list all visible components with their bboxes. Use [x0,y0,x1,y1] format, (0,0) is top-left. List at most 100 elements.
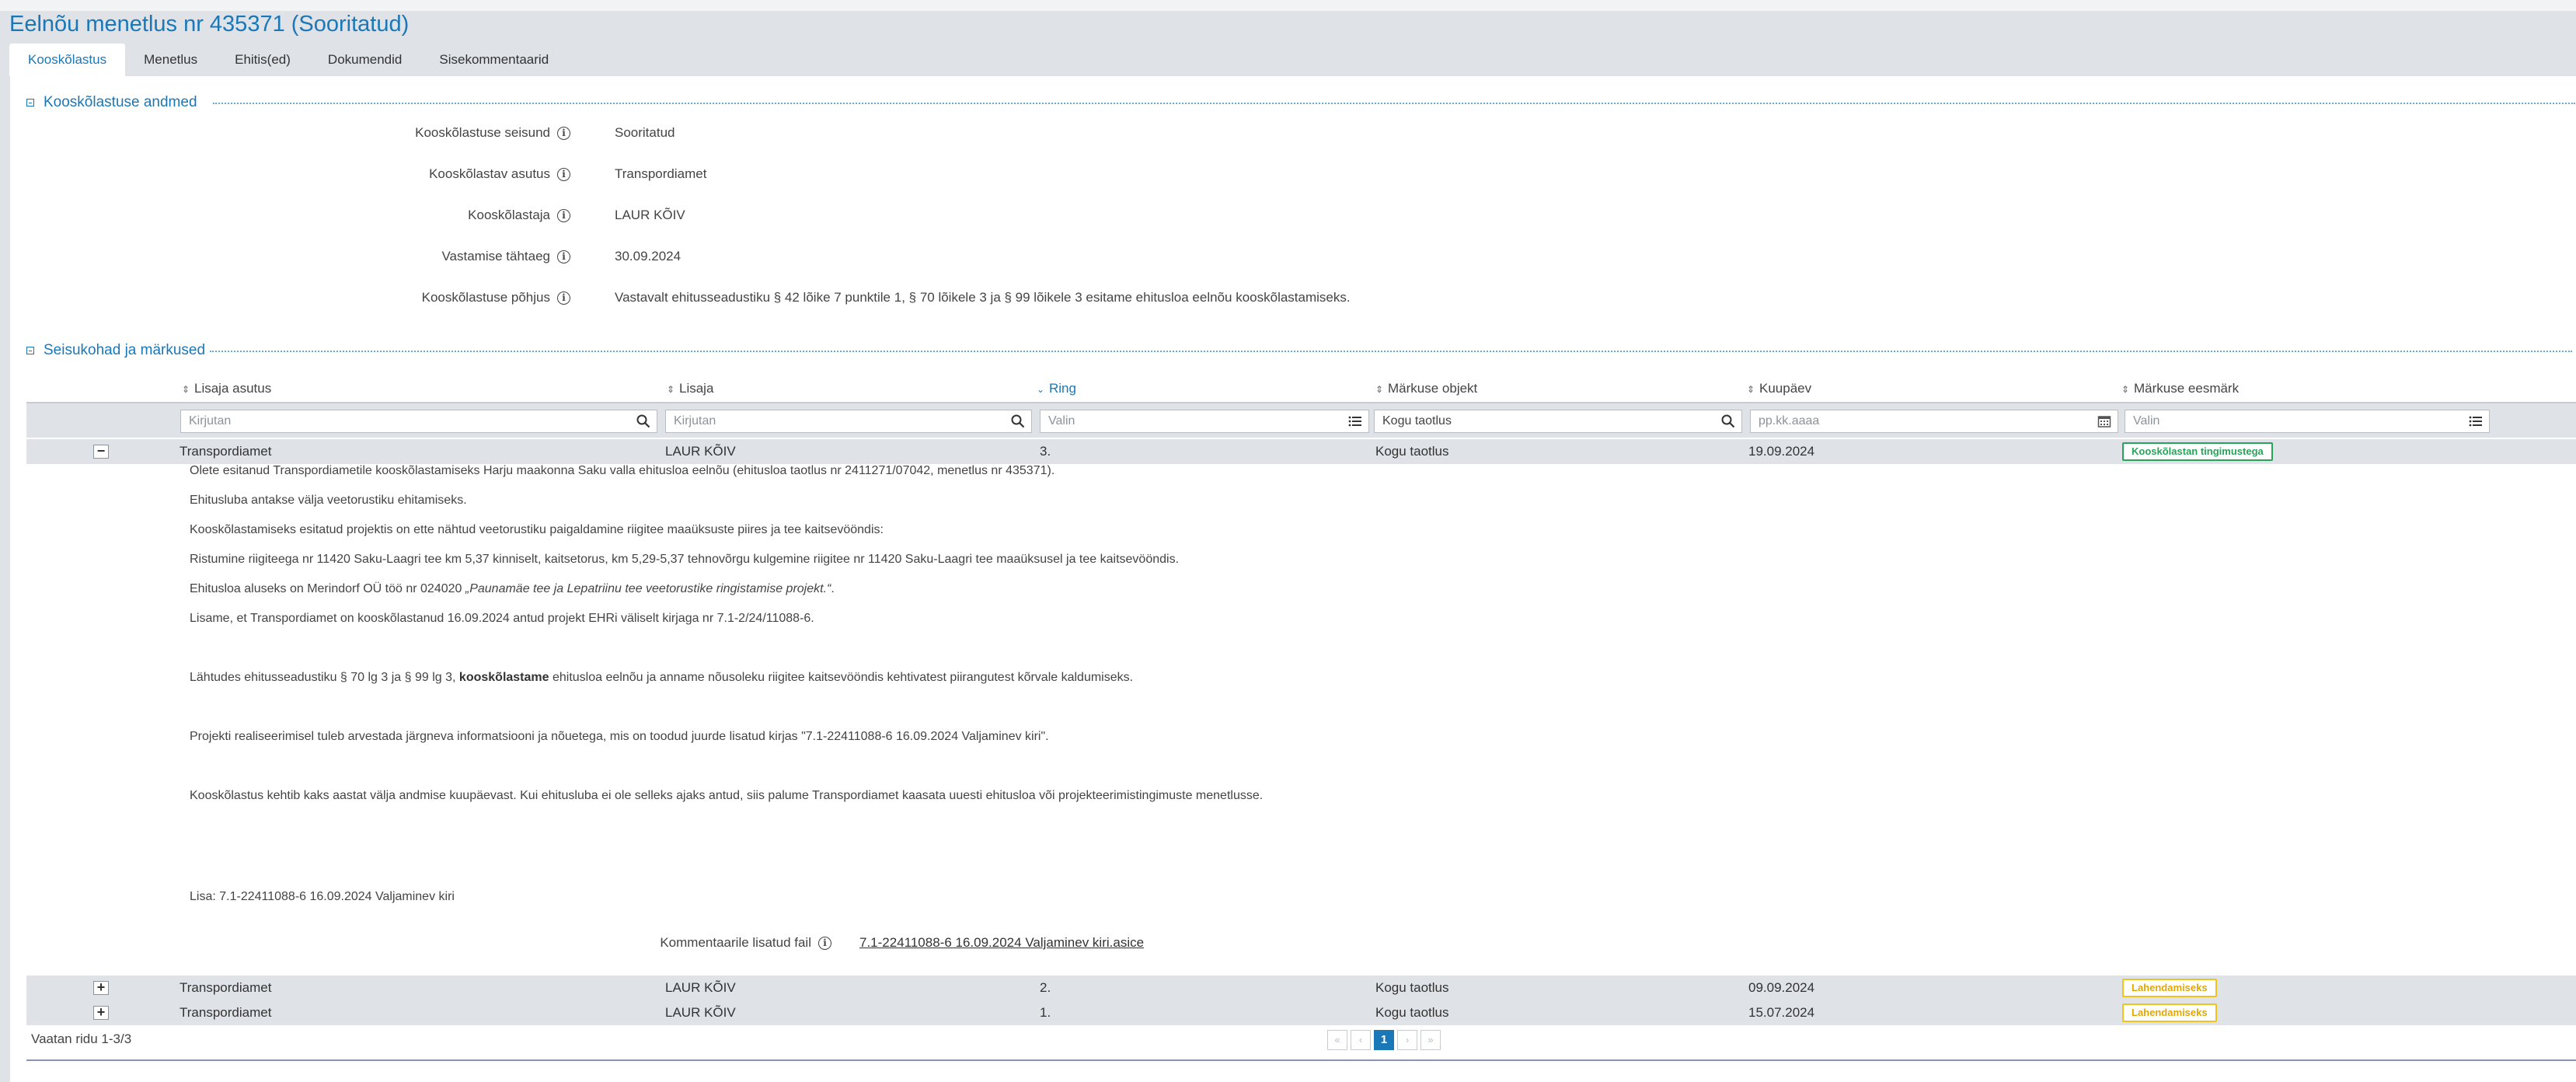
left-stripe [0,76,10,1082]
comment-attachment: Kommentaarile lisatud fail i 7.1-22411088… [0,932,2576,954]
table-row[interactable]: + Transpordiamet LAUR KÕIV 1. Kogu taotl… [26,1000,2576,1025]
section-title: Seisukohad ja märkused [44,342,206,358]
row-count: Vaatan ridu 1-3/3 [31,1031,132,1046]
column-header-markuse-eesmark[interactable]: ⇕ Märkuse eesmärk [2121,377,2239,400]
section-seisukohad-ja-markused[interactable]: Seisukohad ja märkused [26,341,2572,360]
section-divider [210,351,2572,352]
status-badge: Lahendamiseks [2122,1003,2217,1022]
filter-date-input[interactable]: pp.kk.aaaa [1750,410,2118,433]
search-icon[interactable] [636,414,650,428]
sort-icon: ⇕ [2121,384,2130,395]
comment-paragraph: Projekti realiseerimisel tuleb arvestada… [190,730,1049,743]
column-header-kuupaev[interactable]: ⇕ Kuupäev [1747,377,1811,400]
project-name: „Paunamäe tee ja Lepatriinu tee veetorus… [465,582,831,595]
list-icon[interactable] [2469,414,2483,428]
info-icon[interactable]: i [818,936,831,950]
expand-row-icon[interactable]: + [93,980,109,995]
field-kooskolastaja: Kooskõlastaja i LAUR KÕIV [0,204,2576,226]
comment-paragraph: Ehitusluba antakse välja veetorustiku eh… [190,494,467,507]
sort-icon: ⇕ [1375,384,1384,395]
field-label: Kooskõlastav asutus [429,166,550,181]
tab-dokumendid[interactable]: Dokumendid [309,44,420,76]
cell-org: Transpordiamet [180,1005,272,1020]
info-icon[interactable]: i [557,167,570,181]
info-icon[interactable]: i [557,291,570,305]
tab-sisekommentaarid[interactable]: Sisekommentaarid [420,44,567,76]
tab-ehitised[interactable]: Ehitis(ed) [216,44,309,76]
search-icon[interactable] [1721,414,1735,428]
comment-paragraph: Olete esitanud Transpordiametile kooskõl… [190,464,1055,477]
cell-org: Transpordiamet [180,980,272,995]
page: Eelnõu menetlus nr 435371 (Sooritatud) K… [0,12,2576,1082]
column-header-lisaja[interactable]: ⇕ Lisaja [667,377,713,400]
field-label: Kooskõlastaja [468,208,550,222]
cell-author: LAUR KÕIV [665,980,736,995]
field-vastamise-tahtaeg: Vastamise tähtaeg i 30.09.2024 [0,246,2576,267]
table-bottom-divider [26,1059,2576,1061]
column-header-markuse-objekt[interactable]: ⇕ Märkuse objekt [1375,377,1477,400]
column-header-lisaja-asutus[interactable]: ⇕ Lisaja asutus [182,377,271,400]
comment-paragraph: Lisame, et Transpordiamet on kooskõlasta… [190,612,814,625]
attachment-label: Kommentaarile lisatud fail [660,935,811,950]
cell-round: 1. [1040,1005,1051,1020]
cell-round: 3. [1040,444,1051,459]
cell-author: LAUR KÕIV [665,444,736,459]
expand-row-icon[interactable]: + [93,1005,109,1020]
info-icon[interactable]: i [557,250,570,264]
list-icon[interactable] [1348,414,1362,428]
page-1-button[interactable]: 1 [1374,1030,1394,1050]
field-value: LAUR KÕIV [615,208,685,222]
next-page-button[interactable]: › [1397,1030,1417,1050]
field-label: Kooskõlastuse seisund [415,125,550,140]
field-label: Vastamise tähtaeg [441,249,550,264]
comment-paragraph: Ehitusloa aluseks on Merindorf OÜ töö nr… [190,582,835,595]
prev-page-button[interactable]: ‹ [1351,1030,1371,1050]
cell-date: 09.09.2024 [1748,980,1815,995]
cell-date: 19.09.2024 [1748,444,1815,459]
attachment-file-link[interactable]: 7.1-22411088-6 16.09.2024 Valjaminev kir… [859,932,1144,954]
filter-org-input[interactable]: Kirjutan [180,410,657,433]
field-kooskolastuse-seisund: Kooskõlastuse seisund i Sooritatud [0,122,2576,144]
filter-round-select[interactable]: Valin [1040,410,1369,433]
comment-paragraph: Kooskõlastamiseks esitatud projektis on … [190,523,884,536]
column-header-ring[interactable]: ⌄ Ring [1037,377,1076,400]
cell-date: 15.07.2024 [1748,1005,1815,1020]
calendar-icon[interactable] [2097,414,2111,428]
filter-author-input[interactable]: Kirjutan [665,410,1032,433]
tab-kooskolastus[interactable]: Kooskõlastus [9,44,126,76]
collapse-icon[interactable] [26,347,34,354]
last-page-button[interactable]: » [1420,1030,1441,1050]
filter-purpose-select[interactable]: Valin [2125,410,2490,433]
filter-bar: Kirjutan Kirjutan Valin Kogu taotlus pp.… [26,403,2576,438]
field-kooskolastuse-pohjus: Kooskõlastuse põhjus i Vastavalt ehitusse… [0,287,2576,309]
table-row[interactable]: + Transpordiamet LAUR KÕIV 2. Kogu taotl… [26,976,2576,1000]
info-icon[interactable]: i [557,126,570,140]
cell-object: Kogu taotlus [1375,444,1449,459]
section-divider [213,103,2575,104]
page-header: Eelnõu menetlus nr 435371 (Sooritatud) K… [0,12,2576,76]
filter-object-input[interactable]: Kogu taotlus [1374,410,1742,433]
status-badge: Lahendamiseks [2122,979,2217,997]
page-title: Eelnõu menetlus nr 435371 (Sooritatud) [9,12,410,37]
sort-icon: ⇕ [182,384,190,395]
sort-icon: ⇕ [667,384,675,395]
field-kooskolastav-asutus: Kooskõlastav asutus i Transpordiamet [0,163,2576,185]
first-page-button[interactable]: « [1327,1030,1347,1050]
collapse-icon[interactable] [26,99,34,106]
table-row[interactable]: − Transpordiamet LAUR KÕIV 3. Kogu taotl… [26,439,2576,464]
field-value: Sooritatud [615,125,675,140]
field-value: 30.09.2024 [615,249,681,264]
emphasis: kooskõlastame [458,671,549,684]
tab-menetlus[interactable]: Menetlus [125,44,216,76]
status-badge: Kooskõlastan tingimustega [2122,442,2273,461]
field-value: Transpordiamet [615,166,707,181]
field-value: Vastavalt ehitusseadustiku § 42 lõike 7 … [615,290,1351,305]
sort-desc-icon: ⌄ [1037,384,1045,395]
comment-paragraph: Lisa: 7.1-22411088-6 16.09.2024 Valjamin… [190,890,455,903]
search-icon[interactable] [1011,414,1025,428]
section-kooskolastuse-andmed[interactable]: Kooskõlastuse andmed [26,93,2575,112]
info-icon[interactable]: i [557,208,570,222]
pagination: « ‹ 1 › » [1327,1030,1444,1050]
collapse-row-icon[interactable]: − [93,444,109,459]
cell-author: LAUR KÕIV [665,1005,736,1020]
